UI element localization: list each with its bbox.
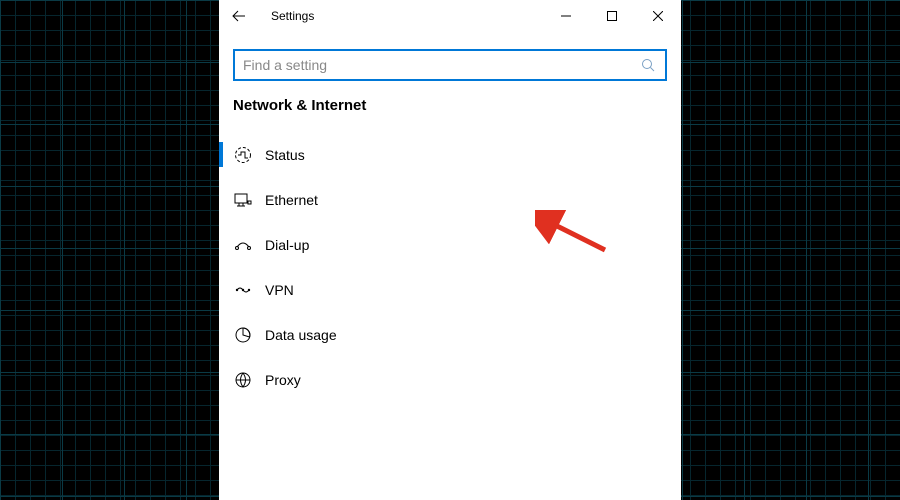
nav-item-label: Proxy: [265, 372, 301, 388]
back-arrow-icon: [231, 8, 247, 24]
nav-item-ethernet[interactable]: Ethernet: [219, 177, 681, 222]
close-icon: [653, 11, 663, 21]
data-usage-icon: [233, 325, 253, 345]
maximize-button[interactable]: [589, 0, 635, 32]
nav-item-label: Data usage: [265, 327, 337, 343]
minimize-icon: [561, 11, 571, 21]
search-icon: [639, 58, 657, 72]
status-icon: [233, 145, 253, 165]
section-title: Network & Internet: [219, 97, 681, 132]
nav-item-dialup[interactable]: Dial-up: [219, 222, 681, 267]
nav-item-proxy[interactable]: Proxy: [219, 357, 681, 402]
close-button[interactable]: [635, 0, 681, 32]
maximize-icon: [607, 11, 617, 21]
proxy-icon: [233, 370, 253, 390]
dialup-icon: [233, 235, 253, 255]
nav-item-label: Dial-up: [265, 237, 309, 253]
search-input[interactable]: [243, 57, 639, 73]
minimize-button[interactable]: [543, 0, 589, 32]
vpn-icon: [233, 280, 253, 300]
nav-item-label: Status: [265, 147, 305, 163]
ethernet-icon: [233, 190, 253, 210]
search-container: [219, 32, 681, 97]
settings-window: Settings Net: [219, 0, 681, 500]
titlebar: Settings: [219, 0, 681, 32]
nav-item-status[interactable]: Status: [219, 132, 681, 177]
search-box[interactable]: [233, 49, 667, 81]
window-title: Settings: [271, 9, 314, 23]
nav-item-data-usage[interactable]: Data usage: [219, 312, 681, 357]
nav-list: Status Ethernet Dial-up: [219, 132, 681, 402]
nav-item-label: Ethernet: [265, 192, 318, 208]
nav-item-vpn[interactable]: VPN: [219, 267, 681, 312]
back-button[interactable]: [219, 0, 259, 32]
nav-item-label: VPN: [265, 282, 294, 298]
